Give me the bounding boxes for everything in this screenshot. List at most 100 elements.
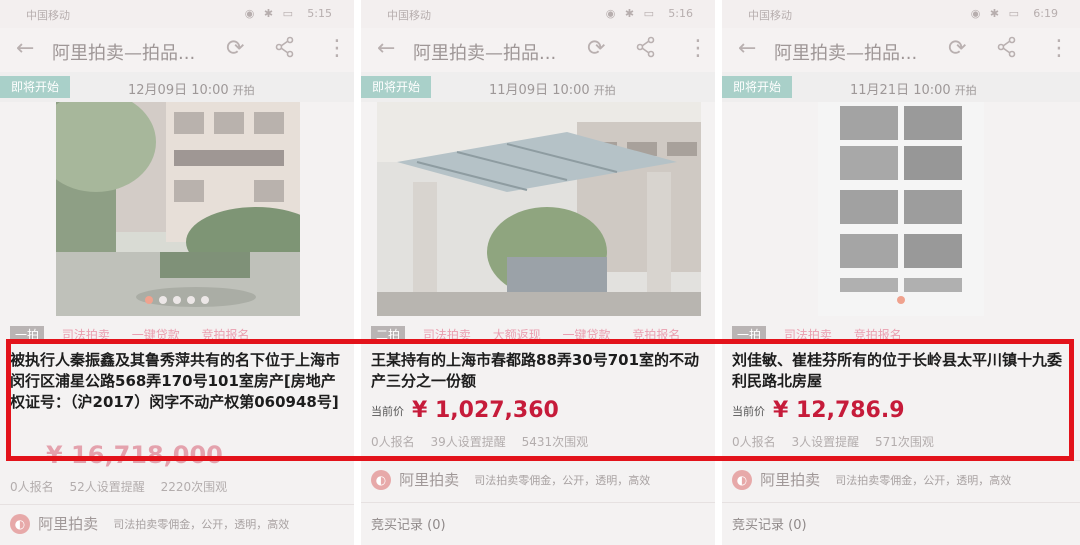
more-menu-icon[interactable]: ⋮ — [326, 36, 348, 61]
pager-dot[interactable] — [187, 296, 195, 304]
reminder-count: 3人设置提醒 — [791, 435, 860, 449]
price-row: 当前价 ¥ 12,786.9 — [732, 398, 905, 428]
countdown-bar: 即将开始 11月09日 10:00 开拍 — [361, 72, 715, 102]
auction-screen-1: 中国移动 ◉ ✱ ▭ 5:15 ← 阿里拍卖—拍品... ⟳ ⋮ 即将开始 12… — [0, 0, 354, 545]
tag-row: 二拍 司法拍卖 大额返现 一键贷款 竞拍报名 — [371, 326, 705, 344]
system-icons: ◉ ✱ ▭ — [970, 7, 1022, 20]
refresh-icon[interactable]: ⟳ — [587, 36, 605, 61]
app-bar: ← 阿里拍卖—拍品... ⟳ ⋮ — [0, 28, 354, 72]
view-count: 5431次围观 — [521, 435, 589, 449]
divider — [722, 460, 1080, 461]
photo-pager[interactable] — [722, 296, 1080, 304]
share-icon[interactable] — [274, 36, 296, 64]
stats-row: 0人报名 52人设置提醒 2220次围观 — [10, 478, 239, 495]
tag-loan[interactable]: 一键贷款 — [132, 326, 180, 344]
carrier-label: 中国移动 — [387, 9, 431, 22]
back-arrow-icon[interactable]: ← — [738, 36, 756, 61]
page-title: 阿里拍卖—拍品... — [413, 43, 557, 64]
brand-name: 阿里拍卖 — [399, 471, 460, 489]
more-menu-icon[interactable]: ⋮ — [1048, 36, 1070, 61]
start-time: 12月09日 10:00 开拍 — [128, 83, 255, 98]
property-photo[interactable] — [377, 102, 701, 316]
refresh-icon[interactable]: ⟳ — [226, 36, 244, 61]
status-bar: 中国移动 ◉ ✱ ▭ 5:15 — [0, 0, 354, 28]
brand-row: ◐ 阿里拍卖 司法拍卖零佣金，公开，透明，高效 — [732, 469, 1011, 493]
brand-slogan: 司法拍卖零佣金，公开，透明，高效 — [113, 517, 290, 531]
reminder-count: 52人设置提醒 — [69, 480, 145, 494]
countdown-bar: 即将开始 12月09日 10:00 开拍 — [0, 72, 354, 102]
panel-separator — [354, 0, 361, 545]
back-arrow-icon[interactable]: ← — [16, 36, 34, 61]
tag-register[interactable]: 竞拍报名 — [854, 326, 902, 344]
item-title: 被执行人秦振鑫及其鲁秀萍共有的名下位于上海市闵行区浦星公路568弄170号101… — [10, 351, 341, 411]
tag-register[interactable]: 竞拍报名 — [202, 326, 250, 344]
price-label: 当前价 — [371, 405, 404, 418]
system-icons: ◉ ✱ ▭ — [244, 7, 296, 20]
bid-records-link[interactable]: 竞买记录 (0) — [371, 514, 446, 533]
auction-screen-2: 中国移动 ◉ ✱ ▭ 5:16 ← 阿里拍卖—拍品... ⟳ ⋮ 即将开始 11… — [361, 0, 715, 545]
panel-separator — [715, 0, 722, 545]
price-row: 当前价 ¥ 1,027,360 — [371, 398, 559, 428]
page-title: 阿里拍卖—拍品... — [52, 43, 196, 64]
divider — [361, 460, 715, 461]
brand-name: 阿里拍卖 — [38, 515, 99, 533]
item-title: 刘佳敏、崔桂芬所有的位于长岭县太平川镇十九委利民路北房屋 — [732, 351, 1063, 390]
brand-slogan: 司法拍卖零佣金，公开，透明，高效 — [835, 473, 1012, 487]
stats-row: 0人报名 3人设置提醒 571次围观 — [732, 433, 946, 450]
item-title: 王某持有的上海市春都路88弄30号701室的不动产三分之一份额 — [371, 351, 700, 390]
tag-judicial[interactable]: 司法拍卖 — [784, 326, 832, 344]
back-arrow-icon[interactable]: ← — [377, 36, 395, 61]
signup-count: 0人报名 — [371, 435, 415, 449]
tag-judicial[interactable]: 司法拍卖 — [423, 326, 471, 344]
clock: 5:16 — [668, 7, 693, 20]
start-time: 11月21日 10:00 开拍 — [850, 83, 977, 98]
pager-dot[interactable] — [201, 296, 209, 304]
bid-records-link[interactable]: 竞买记录 (0) — [732, 514, 807, 533]
carrier-label: 中国移动 — [26, 9, 70, 22]
tag-loan[interactable]: 一键贷款 — [563, 326, 611, 344]
status-bar: 中国移动 ◉ ✱ ▭ 5:16 — [361, 0, 715, 28]
tag-cashback[interactable]: 大额返现 — [493, 326, 541, 344]
refresh-icon[interactable]: ⟳ — [948, 36, 966, 61]
tag-row: 一拍 司法拍卖 竞拍报名 — [732, 326, 1070, 344]
current-price: ¥ 12,786.9 — [773, 398, 905, 423]
brand-row: ◐ 阿里拍卖 司法拍卖零佣金，公开，透明，高效 — [10, 513, 289, 537]
stats-row: 0人报名 39人设置提醒 5431次围观 — [371, 433, 600, 450]
divider — [0, 504, 354, 505]
current-price: ¥ 16,718,000 — [46, 441, 223, 469]
start-time: 11月09日 10:00 开拍 — [489, 83, 616, 98]
pager-dot[interactable] — [159, 296, 167, 304]
tag-row: 一拍 司法拍卖 一键贷款 竞拍报名 — [10, 326, 344, 344]
price-label: 当前价 — [732, 405, 765, 418]
auction-logo-icon: ◐ — [732, 469, 752, 490]
app-bar: ← 阿里拍卖—拍品... ⟳ ⋮ — [361, 28, 715, 72]
tag-judicial[interactable]: 司法拍卖 — [62, 326, 110, 344]
status-badge: 即将开始 — [0, 76, 70, 98]
photo-pager[interactable] — [0, 296, 354, 304]
status-badge: 即将开始 — [722, 76, 792, 98]
reminder-count: 39人设置提醒 — [430, 435, 506, 449]
more-menu-icon[interactable]: ⋮ — [687, 36, 709, 61]
share-icon[interactable] — [635, 36, 657, 64]
clock: 5:15 — [307, 7, 332, 20]
pager-dot[interactable] — [173, 296, 181, 304]
round-tag: 一拍 — [10, 326, 45, 344]
share-icon[interactable] — [996, 36, 1018, 64]
brand-slogan: 司法拍卖零佣金，公开，透明，高效 — [474, 473, 651, 487]
status-bar: 中国移动 ◉ ✱ ▭ 6:19 — [722, 0, 1080, 28]
pager-dot[interactable] — [145, 296, 153, 304]
view-count: 571次围观 — [874, 435, 934, 449]
tag-register[interactable]: 竞拍报名 — [632, 326, 680, 344]
clock: 6:19 — [1033, 7, 1058, 20]
page-title: 阿里拍卖—拍品... — [774, 43, 918, 64]
pager-dot[interactable] — [897, 296, 905, 304]
carrier-label: 中国移动 — [748, 9, 792, 22]
status-badge: 即将开始 — [361, 76, 431, 98]
auction-screen-3: 中国移动 ◉ ✱ ▭ 6:19 ← 阿里拍卖—拍品... ⟳ ⋮ 即将开始 11… — [722, 0, 1080, 545]
property-photo[interactable] — [56, 102, 300, 316]
price-row: ¥ 16,718,000 — [10, 441, 223, 471]
property-photo[interactable] — [818, 102, 984, 316]
signup-count: 0人报名 — [10, 480, 54, 494]
view-count: 2220次围观 — [160, 480, 228, 494]
current-price: ¥ 1,027,360 — [412, 398, 559, 423]
